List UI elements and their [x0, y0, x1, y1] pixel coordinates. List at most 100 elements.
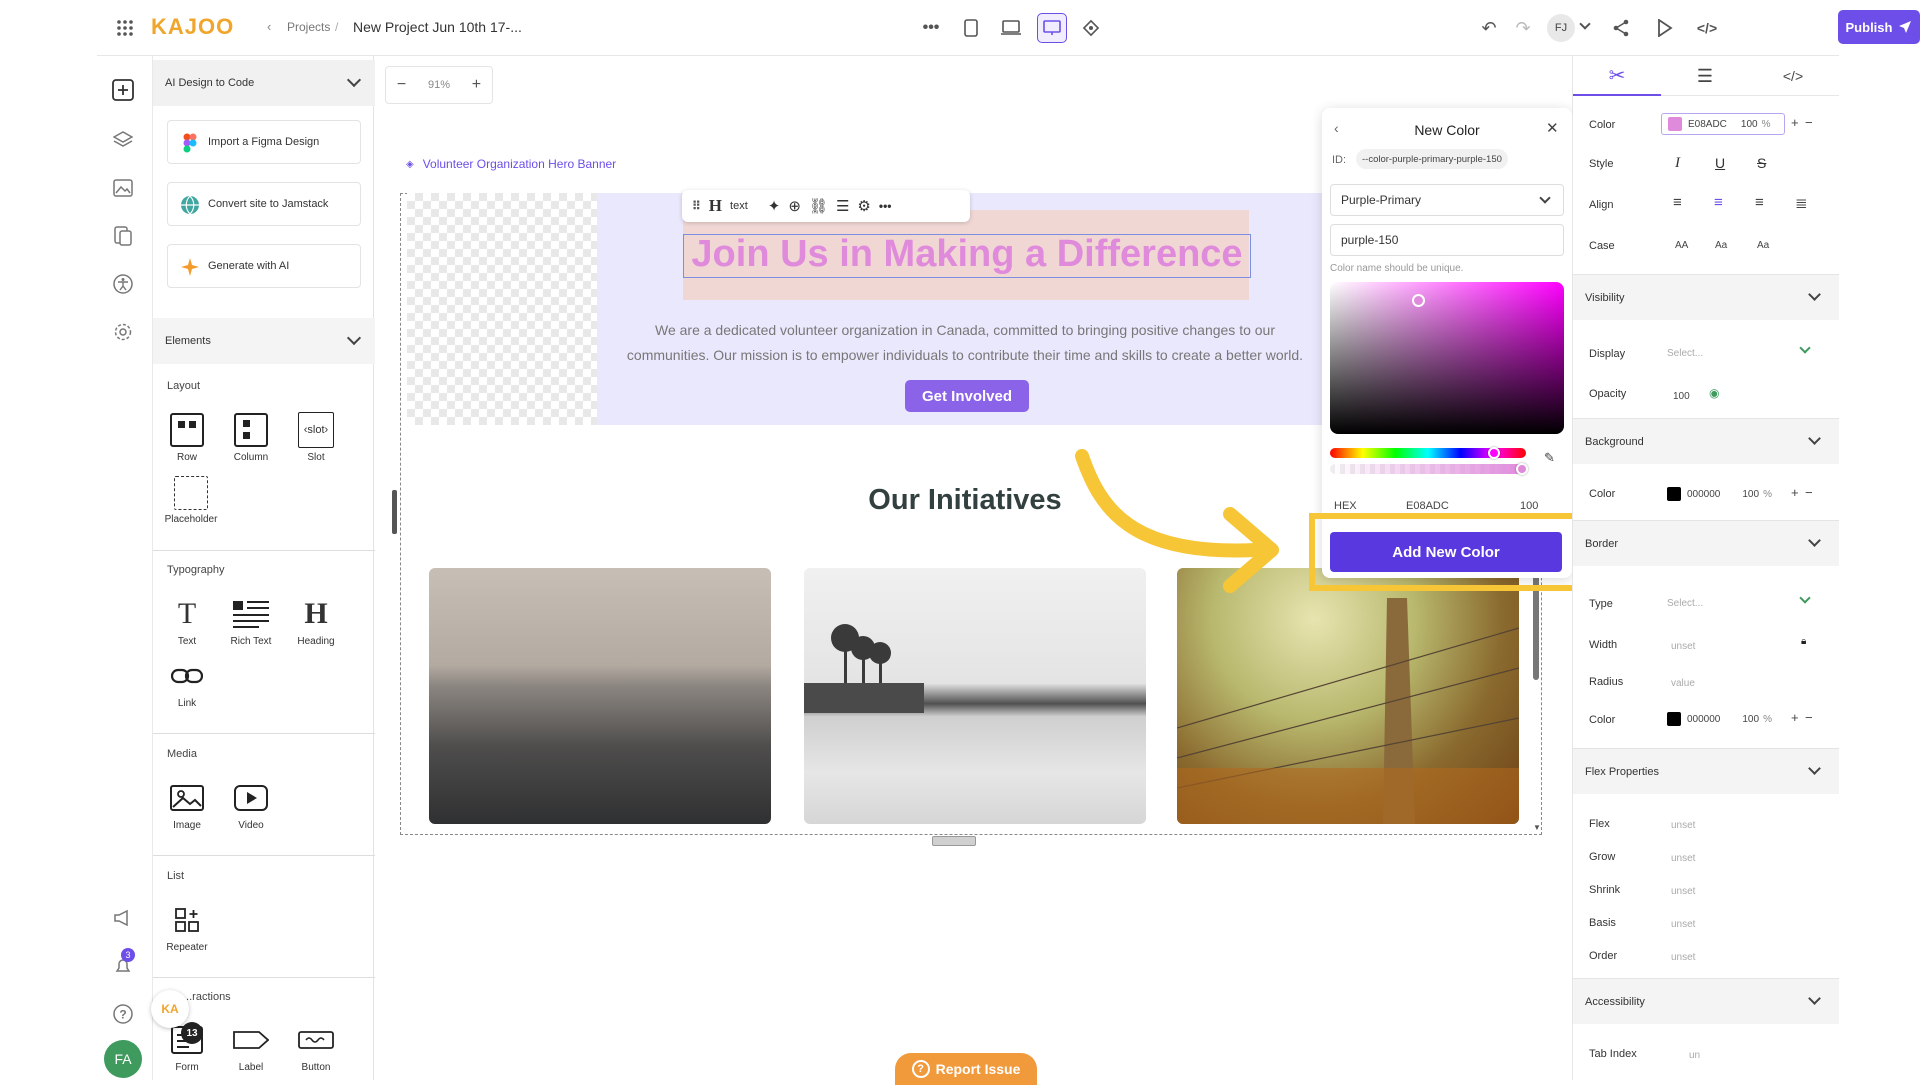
hero-title[interactable]: Join Us in Making a Difference	[683, 233, 1251, 276]
undo-icon[interactable]: ↶	[1477, 16, 1501, 40]
back-chevron-icon[interactable]: ‹	[267, 19, 271, 34]
label-element[interactable]: Label	[225, 1022, 277, 1073]
italic-icon[interactable]: I	[1675, 155, 1680, 172]
report-issue-button[interactable]: ? Report Issue	[895, 1053, 1037, 1085]
settings-gear-icon[interactable]	[111, 320, 135, 344]
capitalize-option[interactable]: Aa	[1757, 240, 1769, 251]
eyedropper-icon[interactable]: ✎	[1544, 450, 1555, 466]
column-element[interactable]: Column	[225, 412, 277, 463]
publish-button[interactable]: Publish	[1838, 10, 1920, 44]
close-icon[interactable]: ✕	[1546, 119, 1559, 137]
accessibility-section-header[interactable]: Accessibility	[1573, 978, 1839, 1024]
accessibility-icon[interactable]: ⊕	[788, 197, 801, 215]
add-new-color-button[interactable]: Add New Color	[1330, 532, 1562, 572]
kajoo-logo[interactable]: KAJOO	[151, 14, 234, 40]
hex-input[interactable]: E08ADC	[1406, 500, 1449, 512]
preview-play-icon[interactable]	[1653, 16, 1677, 40]
import-figma-button[interactable]: Import a Figma Design	[167, 120, 361, 164]
tab-index-input[interactable]: un	[1689, 1050, 1700, 1061]
hue-handle[interactable]	[1488, 447, 1500, 459]
background-section-header[interactable]: Background	[1573, 418, 1839, 464]
align-right-icon[interactable]: ≡	[1755, 194, 1764, 211]
project-title[interactable]: New Project Jun 10th 17-...	[353, 19, 522, 35]
tab-data[interactable]: ☰	[1661, 56, 1749, 96]
help-question-icon[interactable]: ?	[111, 1002, 135, 1026]
alpha-handle[interactable]	[1516, 463, 1528, 475]
shrink-input[interactable]: unset	[1671, 886, 1695, 897]
underline-icon[interactable]: U	[1715, 155, 1725, 171]
hero-description[interactable]: We are a dedicated volunteer organizatio…	[600, 318, 1330, 368]
text-color-field[interactable]: E08ADC 100 %	[1661, 113, 1785, 135]
align-justify-icon[interactable]: ≣	[1795, 194, 1808, 212]
uppercase-option[interactable]: AA	[1675, 240, 1688, 251]
elements-section-header[interactable]: Elements	[153, 318, 375, 364]
link-element[interactable]: Link	[161, 658, 213, 709]
slot-element[interactable]: ‹slot› Slot	[290, 412, 342, 463]
announcements-megaphone-icon[interactable]	[111, 906, 135, 930]
initiative-image-beach[interactable]	[804, 568, 1146, 824]
remove-color-icon[interactable]: −	[1805, 115, 1813, 130]
border-width-input[interactable]: unset	[1671, 641, 1695, 652]
lock-icon[interactable]: 🔒︎	[1801, 636, 1806, 647]
hue-slider[interactable]	[1330, 447, 1526, 459]
share-icon[interactable]	[1609, 16, 1633, 40]
visibility-section-header[interactable]: Visibility	[1573, 274, 1839, 320]
order-input[interactable]: unset	[1671, 952, 1695, 963]
border-section-header[interactable]: Border	[1573, 520, 1839, 566]
accessibility-icon[interactable]	[111, 272, 135, 296]
hero-image-placeholder[interactable]	[407, 193, 597, 425]
mobile-view-icon[interactable]	[959, 16, 983, 40]
tab-code[interactable]: </>	[1749, 56, 1837, 96]
initiative-image-ocean[interactable]	[429, 568, 771, 824]
data-source-icon[interactable]: ☰	[836, 197, 849, 215]
convert-jamstack-button[interactable]: Convert site to Jamstack	[167, 182, 361, 226]
more-options-icon[interactable]: •••	[879, 199, 892, 213]
opacity-value[interactable]: 100	[1673, 391, 1690, 402]
user-menu-chevron-icon[interactable]	[1579, 18, 1591, 30]
saturation-handle[interactable]	[1412, 294, 1425, 307]
row-element[interactable]: Row	[161, 412, 213, 463]
chevron-down-icon[interactable]	[1799, 592, 1811, 604]
add-color-icon[interactable]: +	[1791, 485, 1799, 500]
alpha-slider[interactable]	[1330, 463, 1528, 475]
align-left-icon[interactable]: ≡	[1673, 194, 1682, 211]
code-view-icon[interactable]: </>	[1695, 16, 1719, 40]
component-view-icon[interactable]	[1079, 16, 1103, 40]
display-select[interactable]: Select...	[1667, 348, 1703, 359]
remove-color-icon[interactable]: −	[1805, 485, 1813, 500]
ai-design-section-header[interactable]: AI Design to Code	[153, 60, 375, 106]
layers-icon[interactable]	[111, 128, 135, 152]
grow-input[interactable]: unset	[1671, 853, 1695, 864]
media-icon[interactable]	[111, 176, 135, 200]
get-involved-button[interactable]: Get Involved	[905, 380, 1029, 412]
image-element[interactable]: Image	[161, 780, 213, 831]
palette-select[interactable]: Purple-Primary	[1330, 184, 1564, 216]
drag-handle-icon[interactable]: ⠿	[692, 199, 701, 213]
ai-sparkle-icon[interactable]: ✦	[768, 197, 781, 215]
remove-color-icon[interactable]: −	[1805, 710, 1813, 725]
flex-input[interactable]: unset	[1671, 820, 1695, 831]
tablet-view-icon[interactable]	[999, 16, 1023, 40]
user-avatar[interactable]: FJ	[1547, 14, 1575, 42]
breadcrumb-projects[interactable]: Projects	[287, 20, 330, 34]
component-label[interactable]: ◈ Volunteer Organization Hero Banner	[406, 157, 616, 171]
heading-element[interactable]: H Heading	[290, 596, 342, 647]
border-type-select[interactable]: Select...	[1667, 598, 1703, 609]
pages-icon[interactable]	[111, 224, 135, 248]
more-options-icon[interactable]: •••	[919, 16, 943, 40]
text-element[interactable]: T Text	[161, 596, 213, 647]
flex-section-header[interactable]: Flex Properties	[1573, 748, 1839, 794]
saturation-picker[interactable]	[1330, 282, 1564, 434]
desktop-view-icon[interactable]	[1037, 13, 1067, 43]
placeholder-element[interactable]: Placeholder	[161, 476, 221, 525]
lowercase-option[interactable]: Aa	[1715, 240, 1727, 251]
color-mode-select[interactable]: HEX	[1334, 500, 1357, 512]
opacity-input[interactable]: 100	[1520, 500, 1538, 512]
settings-gear-icon[interactable]: ⚙	[857, 197, 870, 215]
color-name-input[interactable]: purple-150	[1330, 224, 1564, 256]
strikethrough-icon[interactable]: S	[1757, 155, 1766, 171]
border-radius-input[interactable]: value	[1671, 678, 1695, 689]
chevron-down-icon[interactable]	[1799, 342, 1811, 354]
kajoo-helper-avatar[interactable]: KA	[151, 990, 189, 1028]
account-avatar[interactable]: FA	[104, 1040, 142, 1078]
